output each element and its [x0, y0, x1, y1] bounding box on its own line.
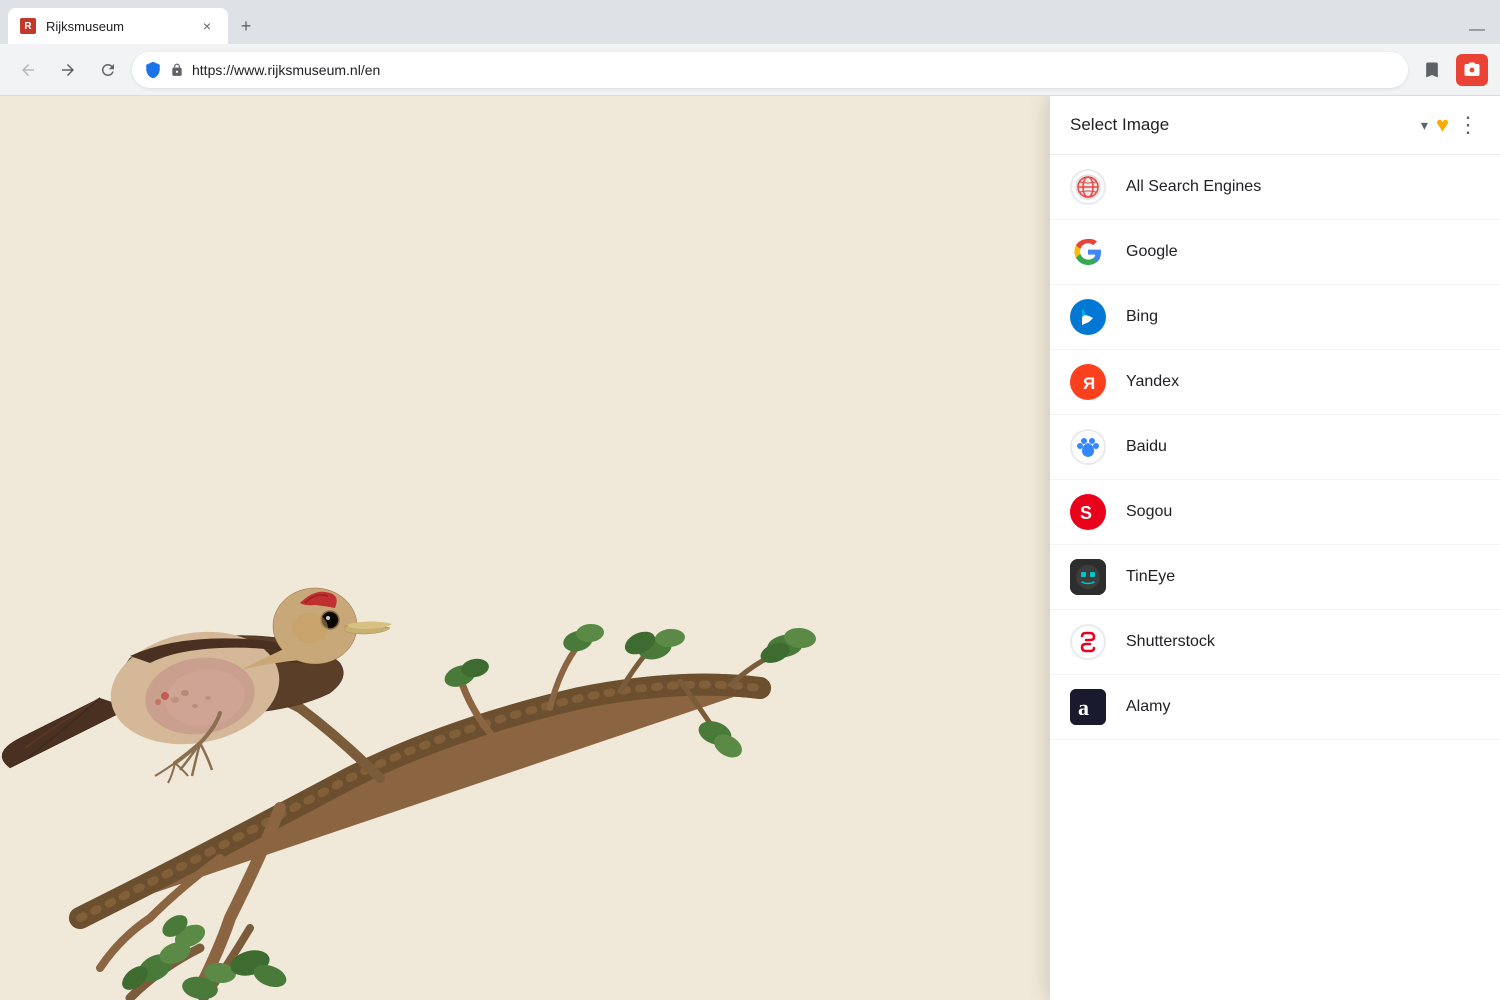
engine-name-shutterstock: Shutterstock [1126, 633, 1215, 651]
select-image-label: Select Image [1070, 115, 1413, 135]
heart-button[interactable]: ♥ [1436, 112, 1449, 138]
bing-icon [1070, 299, 1106, 335]
content-area: Select Image ▾ ♥ ⋮ [0, 96, 1500, 1000]
forward-button[interactable] [52, 54, 84, 86]
svg-text:Я: Я [1083, 374, 1095, 393]
engine-item-google[interactable]: Google [1050, 220, 1500, 285]
browser-window: R Rijksmuseum × + — htt [0, 0, 1500, 1000]
engine-name-google: Google [1126, 243, 1178, 261]
engine-name-baidu: Baidu [1126, 438, 1167, 456]
new-tab-button[interactable]: + [232, 12, 260, 40]
tab-close-button[interactable]: × [198, 17, 216, 35]
all-engines-icon [1070, 169, 1106, 205]
engine-item-bing[interactable]: Bing [1050, 285, 1500, 350]
minimize-button[interactable]: — [1462, 20, 1492, 40]
shield-icon [144, 61, 162, 79]
tab-favicon: R [20, 18, 36, 34]
engine-item-alamy[interactable]: a Alamy [1050, 675, 1500, 740]
bird-painting [0, 96, 860, 1000]
engine-name-bing: Bing [1126, 308, 1158, 326]
back-button[interactable] [12, 54, 44, 86]
engine-item-all[interactable]: All Search Engines [1050, 155, 1500, 220]
engine-item-baidu[interactable]: Baidu [1050, 415, 1500, 480]
engine-name-tineye: TinEye [1126, 568, 1175, 586]
browser-toolbar: https://www.rijksmuseum.nl/en [0, 44, 1500, 96]
image-search-dropdown: Select Image ▾ ♥ ⋮ [1050, 96, 1500, 1000]
engine-item-shutterstock[interactable]: Shutterstock [1050, 610, 1500, 675]
camera-search-button[interactable] [1456, 54, 1488, 86]
sogou-icon: S [1070, 494, 1106, 530]
tab-bar: R Rijksmuseum × + — [0, 0, 1500, 44]
search-engine-list: All Search Engines Google [1050, 155, 1500, 1000]
engine-name-all: All Search Engines [1126, 178, 1261, 196]
baidu-icon [1070, 429, 1106, 465]
reload-button[interactable] [92, 54, 124, 86]
tineye-icon [1070, 559, 1106, 595]
engine-item-tineye[interactable]: TinEye [1050, 545, 1500, 610]
svg-text:a: a [1078, 695, 1089, 720]
engine-item-yandex[interactable]: Я Yandex [1050, 350, 1500, 415]
yandex-icon: Я [1070, 364, 1106, 400]
window-controls: — [1462, 20, 1492, 44]
engine-name-alamy: Alamy [1126, 698, 1170, 716]
lock-icon [170, 63, 184, 77]
engine-name-sogou: Sogou [1126, 503, 1172, 521]
google-icon [1070, 234, 1106, 270]
svg-text:S: S [1080, 503, 1092, 523]
address-bar[interactable]: https://www.rijksmuseum.nl/en [132, 52, 1408, 88]
engine-name-yandex: Yandex [1126, 373, 1179, 391]
shutterstock-icon [1070, 624, 1106, 660]
alamy-icon: a [1070, 689, 1106, 725]
tab-title: Rijksmuseum [46, 19, 188, 34]
url-display: https://www.rijksmuseum.nl/en [192, 62, 1396, 78]
engine-item-sogou[interactable]: S Sogou [1050, 480, 1500, 545]
dropdown-arrow-icon: ▾ [1421, 117, 1428, 134]
dropdown-header: Select Image ▾ ♥ ⋮ [1050, 96, 1500, 155]
browser-tab[interactable]: R Rijksmuseum × [8, 8, 228, 44]
more-options-button[interactable]: ⋮ [1457, 112, 1480, 138]
bookmark-button[interactable] [1416, 54, 1448, 86]
